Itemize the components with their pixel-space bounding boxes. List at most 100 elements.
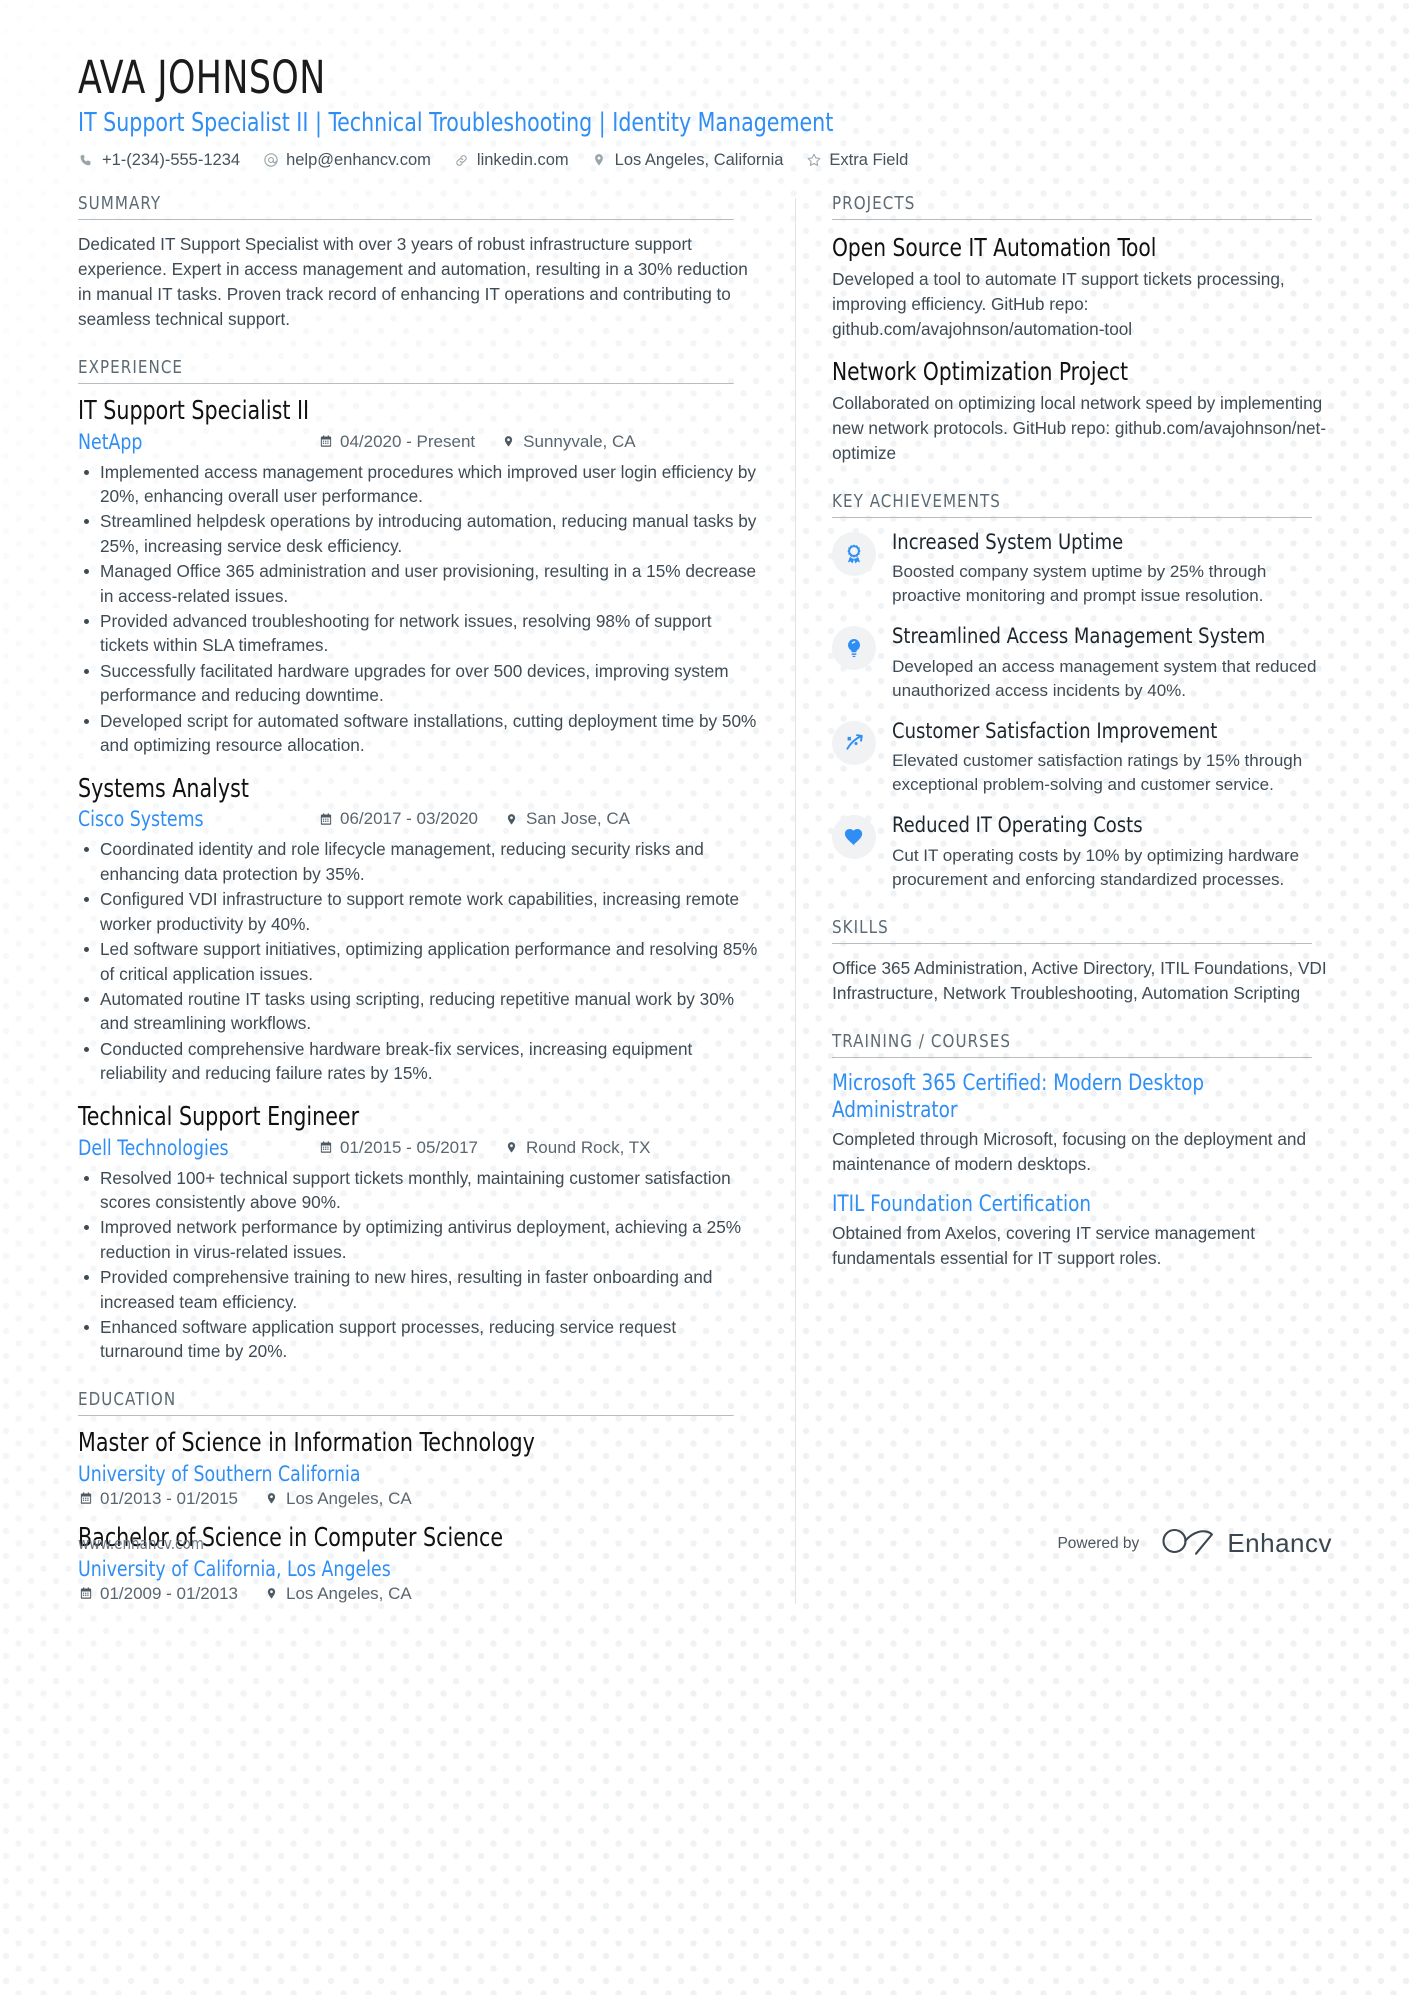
project-description: Collaborated on optimizing local network… — [832, 393, 1327, 464]
job-dates: 06/2017 - 03/2020 — [318, 809, 478, 829]
candidate-name: AVA JOHNSON — [78, 51, 326, 104]
section-skills: SKILLS Office 365 Administration, Active… — [832, 918, 1332, 1006]
star-icon — [805, 152, 822, 169]
job-bullets: Implemented access management procedures… — [78, 460, 761, 758]
location-pin-icon — [504, 811, 519, 827]
job-bullet: Improved network performance by optimizi… — [78, 1215, 761, 1264]
contact-row: +1-(234)-555-1234 help@enhancv.com linke… — [78, 151, 1332, 170]
job-bullet: Streamlined helpdesk operations by intro… — [78, 509, 761, 558]
contact-location-text: Los Angeles, California — [614, 150, 784, 169]
lightbulb-icon — [832, 626, 877, 671]
left-column: SUMMARY Dedicated IT Support Specialist … — [78, 188, 795, 1604]
skills-text: Office 365 Administration, Active Direct… — [832, 957, 1327, 1003]
achievement-description: Elevated customer satisfaction ratings b… — [892, 751, 1303, 795]
job-company[interactable]: NetApp — [78, 430, 299, 454]
achievement-title: Reduced IT Operating Costs — [892, 813, 1143, 839]
contact-phone-text: +1-(234)-555-1234 — [102, 150, 241, 169]
job-location: Round Rock, TX — [504, 1138, 650, 1158]
course-entry: ITIL Foundation Certification Obtained f… — [832, 1191, 1332, 1271]
contact-linkedin-text: linkedin.com — [476, 150, 569, 169]
job-location: Sunnyvale, CA — [501, 432, 636, 452]
job-bullet: Configured VDI infrastructure to support… — [78, 887, 761, 936]
job-dates-text: 06/2017 - 03/2020 — [340, 809, 479, 829]
course-name[interactable]: ITIL Foundation Certification — [832, 1191, 1297, 1218]
job-bullet: Provided comprehensive training to new h… — [78, 1265, 761, 1314]
experience-entry: IT Support Specialist II NetApp 04/2020 … — [78, 396, 761, 758]
education-school[interactable]: University of Southern California — [78, 1462, 706, 1486]
award-ribbon-icon: 1 — [832, 532, 877, 576]
course-description: Completed through Microsoft, focusing on… — [832, 1129, 1306, 1175]
project-description: Developed a tool to automate IT support … — [832, 269, 1285, 339]
link-icon — [453, 152, 470, 169]
contact-phone[interactable]: +1-(234)-555-1234 — [78, 151, 240, 170]
job-bullet: Automated routine IT tasks using scripti… — [78, 987, 761, 1036]
section-title-key-achievements: KEY ACHIEVEMENTS — [832, 492, 1313, 518]
job-dates-text: 04/2020 - Present — [340, 431, 476, 451]
job-bullet: Enhanced software application support pr… — [78, 1315, 761, 1364]
section-key-achievements: KEY ACHIEVEMENTS 1 Increased System Upti… — [832, 492, 1332, 892]
footer-branding: Powered by Enhancv — [1057, 1526, 1332, 1561]
heart-icon — [832, 815, 877, 860]
job-bullets: Coordinated identity and role lifecycle … — [78, 837, 761, 1085]
job-title: Systems Analyst — [78, 773, 249, 804]
job-location-text: Round Rock, TX — [526, 1137, 651, 1157]
contact-extra-field[interactable]: Extra Field — [805, 151, 908, 170]
contact-linkedin[interactable]: linkedin.com — [453, 151, 569, 170]
footer-website-url[interactable]: www.enhancv.com — [78, 1534, 204, 1553]
enhancv-brand[interactable]: Enhancv — [1161, 1526, 1332, 1561]
job-bullet: Managed Office 365 administration and us… — [78, 559, 761, 608]
job-meta-row: Cisco Systems 06/2017 - 03/2020 San Jose… — [78, 807, 761, 831]
job-company[interactable]: Cisco Systems — [78, 807, 299, 831]
course-name[interactable]: Microsoft 365 Certified: Modern Desktop … — [832, 1070, 1297, 1125]
candidate-headline: IT Support Specialist II | Technical Tro… — [78, 107, 834, 138]
achievement-text: Customer Satisfaction Improvement Elevat… — [892, 719, 1332, 797]
section-title-skills: SKILLS — [832, 918, 1313, 944]
contact-email-text: help@enhancv.com — [286, 150, 431, 169]
section-title-summary: SUMMARY — [78, 194, 734, 220]
section-title-projects: PROJECTS — [832, 194, 1313, 220]
right-column: PROJECTS Open Source IT Automation Tool … — [796, 188, 1332, 1271]
powered-by-label: Powered by — [1057, 1534, 1140, 1552]
job-dates: 01/2015 - 05/2017 — [318, 1138, 478, 1158]
section-title-training-courses: TRAINING / COURSES — [832, 1032, 1313, 1058]
job-bullet: Conducted comprehensive hardware break-f… — [78, 1037, 761, 1086]
section-title-experience: EXPERIENCE — [78, 358, 734, 384]
location-pin-icon — [591, 152, 608, 169]
job-dates-text: 01/2015 - 05/2017 — [340, 1137, 479, 1157]
job-bullet: Successfully facilitated hardware upgrad… — [78, 659, 761, 708]
course-description: Obtained from Axelos, covering IT servic… — [832, 1223, 1255, 1269]
section-projects: PROJECTS Open Source IT Automation Tool … — [832, 194, 1332, 466]
achievement-entry: Streamlined Access Management System Dev… — [832, 624, 1332, 702]
experience-entry: Systems Analyst Cisco Systems 06/2017 - … — [78, 774, 761, 1086]
contact-extra-field-text: Extra Field — [829, 150, 909, 169]
job-location-text: San Jose, CA — [526, 809, 630, 829]
enhancv-brand-name: Enhancv — [1227, 1528, 1332, 1559]
job-company[interactable]: Dell Technologies — [78, 1136, 299, 1160]
contact-email[interactable]: help@enhancv.com — [262, 151, 431, 170]
job-bullets: Resolved 100+ technical support tickets … — [78, 1166, 761, 1364]
achievement-entry: Reduced IT Operating Costs Cut IT operat… — [832, 813, 1332, 891]
job-meta-row: Dell Technologies 01/2015 - 05/2017 Roun… — [78, 1136, 761, 1160]
calendar-icon — [318, 434, 333, 450]
section-experience: EXPERIENCE IT Support Specialist II NetA… — [78, 358, 761, 1364]
resume-footer: www.enhancv.com Powered by Enhancv — [0, 1484, 1410, 1604]
course-entry: Microsoft 365 Certified: Modern Desktop … — [832, 1070, 1332, 1177]
job-meta-row: NetApp 04/2020 - Present Sunnyvale, CA — [78, 430, 761, 454]
contact-location[interactable]: Los Angeles, California — [591, 150, 784, 170]
svg-text:1: 1 — [853, 549, 856, 555]
job-dates: 04/2020 - Present — [318, 432, 475, 452]
project-name: Network Optimization Project — [832, 356, 1129, 386]
achievement-description: Cut IT operating costs by 10% by optimiz… — [892, 845, 1300, 889]
education-degree: Master of Science in Information Technol… — [78, 1427, 535, 1458]
achievement-description: Developed an access management system th… — [892, 656, 1317, 700]
achievement-entry: Customer Satisfaction Improvement Elevat… — [832, 719, 1332, 797]
achievement-description: Boosted company system uptime by 25% thr… — [892, 562, 1267, 606]
achievement-title: Increased System Uptime — [892, 530, 1124, 555]
location-pin-icon — [501, 434, 516, 450]
achievement-text: Reduced IT Operating Costs Cut IT operat… — [892, 813, 1332, 891]
project-entry: Network Optimization Project Collaborate… — [832, 356, 1332, 466]
section-training-courses: TRAINING / COURSES Microsoft 365 Certifi… — [832, 1032, 1332, 1272]
resume-header: AVA JOHNSON IT Support Specialist II | T… — [0, 0, 1410, 170]
resume-page: AVA JOHNSON IT Support Specialist II | T… — [0, 0, 1410, 1604]
location-pin-icon — [504, 1140, 519, 1156]
